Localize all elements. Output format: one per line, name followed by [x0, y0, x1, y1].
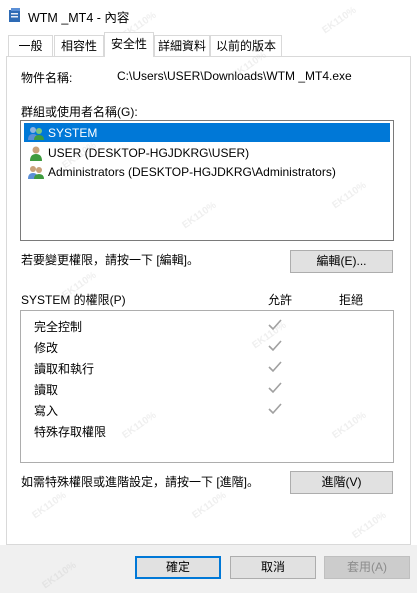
user-item-system[interactable]: SYSTEM	[24, 123, 390, 142]
apply-button[interactable]: 套用(A)	[324, 556, 410, 579]
user-item-user[interactable]: USER (DESKTOP-HGJDKRG\USER)	[24, 143, 390, 162]
deny-header: 拒絕	[339, 293, 364, 307]
title-bar: WTM _MT4 - 內容	[0, 0, 417, 30]
check-icon	[268, 403, 282, 415]
group-users-icon	[28, 165, 44, 179]
check-icon	[268, 382, 282, 394]
permission-row: 讀取	[34, 379, 389, 399]
permission-name: 特殊存取權限	[34, 425, 107, 439]
permission-row: 寫入	[34, 400, 389, 420]
permissions-list: 完全控制 修改 讀取和執行 讀取 寫入 特殊存取權限	[20, 310, 394, 463]
permission-name: 讀取	[34, 383, 59, 397]
permission-name: 寫入	[34, 404, 59, 418]
tab-previous-versions[interactable]: 以前的版本	[210, 35, 282, 56]
group-users-icon	[28, 126, 44, 140]
groups-label: 群組或使用者名稱(G):	[21, 105, 138, 119]
object-name-label: 物件名稱:	[21, 71, 73, 85]
window-title: WTM _MT4 - 內容	[28, 11, 130, 25]
user-item-administrators[interactable]: Administrators (DESKTOP-HGJDKRG\Administ…	[24, 162, 390, 181]
cancel-button[interactable]: 取消	[230, 556, 316, 579]
tab-general[interactable]: 一般	[8, 35, 53, 56]
object-name-value: C:\Users\USER\Downloads\WTM _MT4.exe	[117, 69, 352, 83]
permission-name: 讀取和執行	[34, 362, 95, 376]
permission-name: 完全控制	[34, 320, 83, 334]
edit-button[interactable]: 編輯(E)...	[290, 250, 393, 273]
check-icon	[268, 319, 282, 331]
permission-name: 修改	[34, 341, 59, 355]
tab-compatibility[interactable]: 相容性	[54, 35, 104, 56]
tab-details[interactable]: 詳細資料	[154, 35, 210, 56]
check-icon	[268, 361, 282, 373]
permission-row: 修改	[34, 337, 389, 357]
ok-button[interactable]: 確定	[135, 556, 221, 579]
advanced-button[interactable]: 進階(V)	[290, 471, 393, 494]
users-listbox[interactable]: SYSTEM USER (DESKTOP-HGJDKRG\USER) Admin…	[20, 120, 394, 241]
user-item-label: USER (DESKTOP-HGJDKRG\USER)	[48, 145, 250, 160]
file-icon	[9, 8, 20, 22]
user-item-label: Administrators (DESKTOP-HGJDKRG\Administ…	[48, 164, 336, 179]
allow-header: 允許	[268, 293, 293, 307]
tab-security[interactable]: 安全性	[104, 32, 154, 57]
user-icon	[30, 146, 42, 161]
user-item-label: SYSTEM	[48, 125, 98, 140]
permissions-label: SYSTEM 的權限(P)	[21, 293, 126, 307]
permission-row: 讀取和執行	[34, 358, 389, 378]
permission-row: 特殊存取權限	[34, 421, 389, 441]
check-icon	[268, 340, 282, 352]
edit-hint: 若要變更權限，請按一下 [編輯]。	[21, 253, 200, 267]
advanced-hint: 如需特殊權限或進階設定，請按一下 [進階]。	[21, 475, 260, 489]
permission-row: 完全控制	[34, 316, 389, 336]
